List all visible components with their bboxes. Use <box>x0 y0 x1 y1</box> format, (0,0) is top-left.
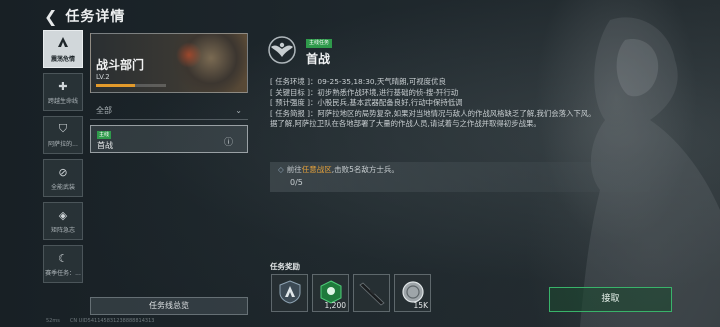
info-key: [ 任务环境 ] <box>270 77 311 86</box>
task-filter-dropdown[interactable]: 全部 ⌄ <box>90 101 248 120</box>
back-arrow-icon[interactable]: ❮ <box>44 7 57 26</box>
task-name: 首战 <box>97 141 113 150</box>
task-overview-button[interactable]: 任务线总览 <box>90 297 248 315</box>
reward-item[interactable]: 15K <box>394 274 431 312</box>
slash-circle-icon: ⊘ <box>58 165 68 179</box>
reward-item[interactable]: 1,200 <box>312 274 349 312</box>
sidebar-item-5[interactable]: ☾ 赛季任务：... <box>43 245 83 283</box>
department-name: 战斗部门 <box>96 58 145 72</box>
sidebar-item-label: 赛季任务：... <box>45 269 81 277</box>
info-key: [ 预计强度 ] <box>270 98 311 107</box>
mission-objective: ◇ 前往任意战区,击败5名敌方士兵。 0/5 <box>270 162 650 192</box>
rifle-icon <box>357 277 387 310</box>
info-extra: 据了解,阿萨拉卫队在各地部署了大量的作战人员,请试着与之作战并取得初步战果。 <box>270 119 541 128</box>
objective-highlight: 任意战区 <box>301 165 332 174</box>
shield-icon: ⛉ <box>58 122 68 135</box>
squad-a-icon <box>57 36 69 51</box>
info-line: [ 预计强度 ]：小股民兵,基本武器配备良好,行动中保持低调 <box>270 98 650 109</box>
mission-tag: 主线任务 <box>306 39 333 48</box>
task-list-item[interactable]: 主线 首战 ⓘ <box>90 125 248 153</box>
department-level: LV.2 <box>96 73 110 81</box>
diamond-icon: ◈ <box>58 208 68 222</box>
footer: 52ms CN UID541145831238888814313 <box>46 318 154 324</box>
department-progress-bar <box>96 84 166 87</box>
sidebar-item-label: 震荡危情 <box>50 55 75 63</box>
objective-marker-icon: ◇ <box>278 165 284 174</box>
sidebar-item-label: 矩阵急志 <box>50 226 75 234</box>
reward-count: 1,200 <box>324 301 346 310</box>
mission-info: [ 任务环境 ]：09-25-35,18:30,天气晴朗,可视度优良 [ 关键目… <box>270 77 650 130</box>
squad-badge-icon <box>279 279 301 307</box>
info-value: ：初步熟悉作战环境,进行基础的侦-搜-歼行动 <box>310 87 459 97</box>
plus-icon: ✚ <box>58 79 68 93</box>
mission-name: 首战 <box>306 52 331 66</box>
sidebar-item-2[interactable]: ⛉ 阿萨拉的... <box>43 116 83 154</box>
objective-text: ◇ 前往任意战区,击败5名敌方士兵。 <box>278 164 642 175</box>
department-art-glow <box>176 42 202 68</box>
info-value: ：阿萨拉地区的局势复杂,如果对当地情况与敌人的作战风格缺乏了解,我们会落入下风。 <box>310 108 596 118</box>
sidebar-item-0[interactable]: 震荡危情 <box>43 30 83 68</box>
task-filter-value: 全部 <box>96 105 112 115</box>
info-line: [ 关键目标 ]：初步熟悉作战环境,进行基础的侦-搜-歼行动 <box>270 88 650 99</box>
info-key: [ 任务简报 ] <box>270 108 311 118</box>
uid-text: CN UID541145831238888814313 <box>69 318 155 324</box>
rewards-label: 任务奖励 <box>270 262 300 271</box>
sidebar-item-label: 跨越生命线 <box>47 97 78 105</box>
objective-suffix: ,击败5名敌方士兵。 <box>331 165 399 174</box>
sidebar-item-label: 全能武装 <box>50 183 75 191</box>
objective-prefix: 前往 <box>286 165 302 174</box>
info-key: [ 关键目标 ] <box>270 87 311 97</box>
reward-count: 15K <box>413 301 428 310</box>
sidebar-item-4[interactable]: ◈ 矩阵急志 <box>43 202 83 240</box>
info-line: [ 任务简报 ]：阿萨拉地区的局势复杂,如果对当地情况与敌人的作战风格缺乏了解,… <box>270 109 650 120</box>
sickle-icon: ☾ <box>58 251 68 265</box>
page-title: 任务详情 <box>65 9 126 25</box>
reward-item[interactable] <box>271 274 308 312</box>
info-value: ：小股民兵,基本武器配备良好,行动中保持低调 <box>310 98 463 107</box>
department-card[interactable]: 战斗部门 LV.2 <box>90 33 248 93</box>
info-value: ：09-25-35,18:30,天气晴朗,可视度优良 <box>310 77 446 86</box>
sidebar-nav: 震荡危情 ✚ 跨越生命线 ⛉ 阿萨拉的... ⊘ 全能武装 ◈ 矩阵急志 ☾ 赛… <box>43 30 85 288</box>
info-icon[interactable]: ⓘ <box>224 135 233 148</box>
task-tag: 主线 <box>97 131 112 139</box>
sidebar-item-label: 阿萨拉的... <box>48 141 78 148</box>
sidebar-item-3[interactable]: ⊘ 全能武装 <box>43 159 83 197</box>
objective-progress: 0/5 <box>290 178 303 187</box>
chevron-down-icon: ⌄ <box>235 105 242 115</box>
accept-mission-button[interactable]: 接取 <box>549 287 672 312</box>
eagle-emblem-icon <box>266 35 298 65</box>
department-progress-fill <box>96 84 135 87</box>
info-line: [ 任务环境 ]：09-25-35,18:30,天气晴朗,可视度优良 <box>270 77 650 88</box>
rewards-list: 1,200 15K <box>271 274 431 312</box>
ping-text: 52ms <box>46 318 60 324</box>
reward-item[interactable] <box>353 274 390 312</box>
sidebar-item-1[interactable]: ✚ 跨越生命线 <box>43 73 83 111</box>
